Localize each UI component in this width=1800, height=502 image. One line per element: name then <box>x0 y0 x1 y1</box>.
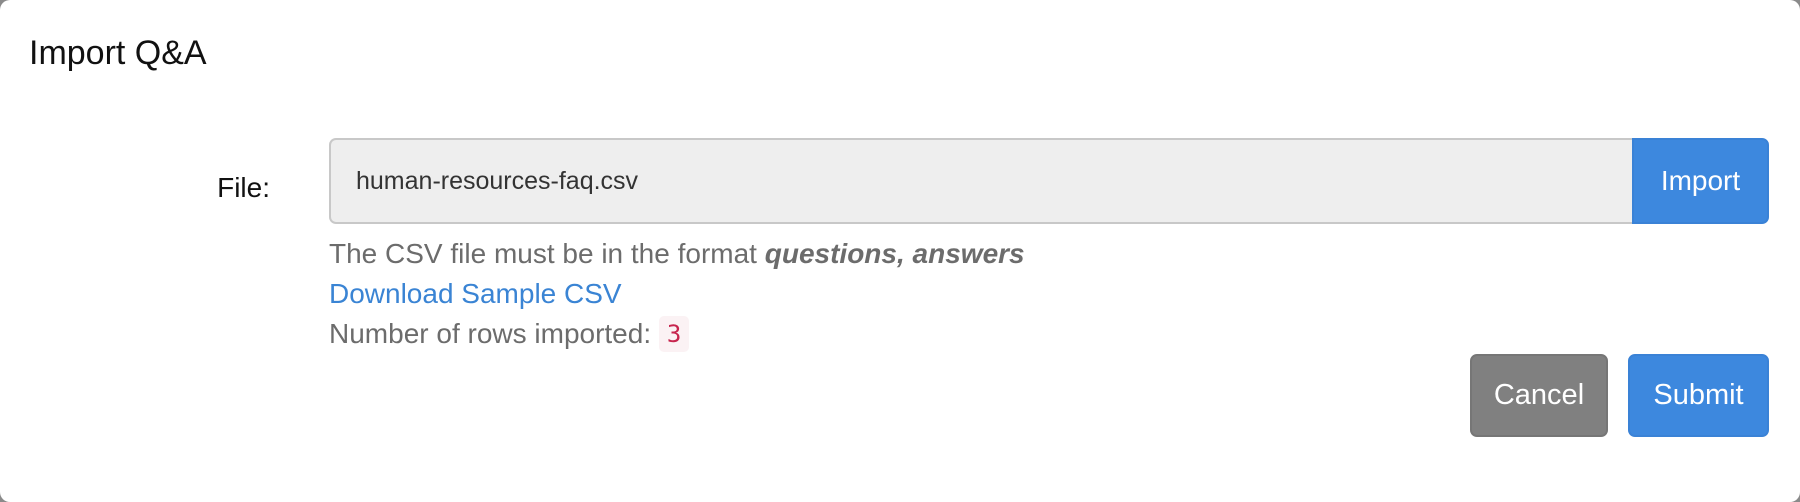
cancel-button[interactable]: Cancel <box>1470 354 1608 437</box>
format-hint-text: The CSV file must be in the format <box>329 238 757 269</box>
import-button[interactable]: Import <box>1632 138 1769 224</box>
sample-link-line: Download Sample CSV <box>329 274 1329 314</box>
download-sample-csv-link[interactable]: Download Sample CSV <box>329 278 622 309</box>
import-qa-dialog: Import Q&A File: Import The CSV file mus… <box>0 0 1800 502</box>
rows-imported-label: Number of rows imported: <box>329 318 652 349</box>
rows-imported-line: Number of rows imported: 3 <box>329 314 1329 354</box>
file-input-group: Import <box>329 138 1769 224</box>
format-hint: The CSV file must be in the format quest… <box>329 234 1329 274</box>
file-name-field[interactable] <box>329 138 1632 224</box>
format-value: questions, answers <box>764 238 1025 269</box>
dialog-title: Import Q&A <box>29 34 207 72</box>
rows-imported-count: 3 <box>658 316 690 352</box>
submit-button[interactable]: Submit <box>1628 354 1769 437</box>
file-label: File: <box>217 172 270 203</box>
help-block: The CSV file must be in the format quest… <box>329 234 1329 354</box>
